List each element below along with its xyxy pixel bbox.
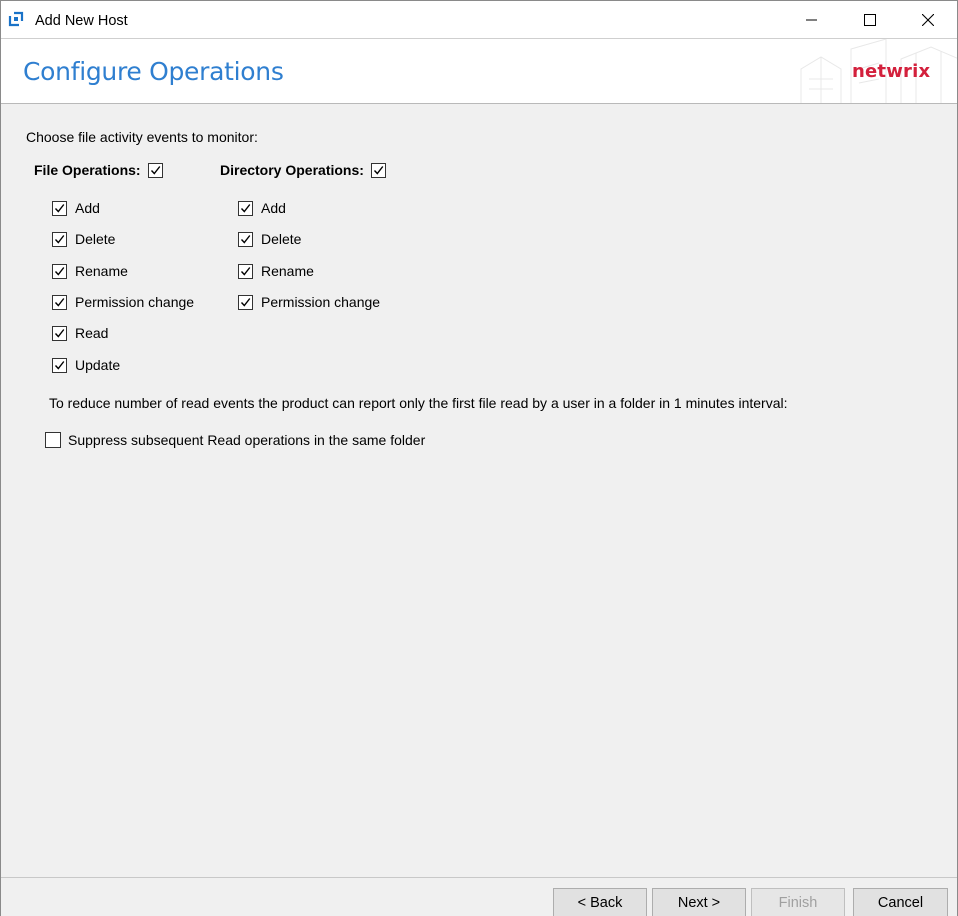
checkmark-icon — [54, 234, 65, 244]
dir-op-delete-checkbox[interactable] — [238, 231, 253, 247]
minimize-icon — [806, 19, 817, 20]
dir-op-delete-label: Delete — [261, 231, 302, 247]
file-op-rename-checkbox[interactable] — [52, 263, 67, 279]
dir-op-permission-change-label: Permission change — [261, 294, 381, 310]
dir-op-rename[interactable]: Rename — [238, 263, 314, 279]
next-button[interactable]: Next > — [652, 888, 746, 916]
file-op-delete-checkbox[interactable] — [52, 231, 67, 247]
checkmark-icon — [54, 328, 65, 338]
directory-operations-checkbox[interactable] — [370, 162, 386, 178]
dir-op-permission-change-checkbox[interactable] — [238, 294, 253, 310]
file-op-delete[interactable]: Delete — [52, 231, 115, 247]
file-op-rename-label: Rename — [75, 263, 128, 279]
dir-op-delete[interactable]: Delete — [238, 231, 301, 247]
wizard-header: Configure Operations netwrix — [1, 38, 957, 104]
dir-op-rename-checkbox[interactable] — [238, 263, 253, 279]
file-op-permission-change-label: Permission change — [75, 294, 195, 310]
file-operations-label: File Operations: — [34, 162, 141, 178]
app-icon — [8, 11, 24, 27]
file-op-add-checkbox[interactable] — [52, 200, 67, 216]
checkmark-icon — [373, 165, 384, 175]
file-op-add[interactable]: Add — [52, 200, 100, 216]
cancel-button[interactable]: Cancel — [853, 888, 948, 916]
window-title: Add New Host — [35, 13, 128, 29]
checkmark-icon — [240, 234, 251, 244]
suppress-read-option[interactable]: Suppress subsequent Read operations in t… — [45, 432, 425, 448]
file-op-read-checkbox[interactable] — [52, 325, 67, 341]
minimize-button[interactable] — [783, 1, 841, 38]
close-icon — [922, 13, 934, 26]
file-op-permission-change-checkbox[interactable] — [52, 294, 67, 310]
file-op-read-label: Read — [75, 325, 109, 341]
file-operations-header: File Operations: — [34, 162, 163, 178]
suppress-read-label: Suppress subsequent Read operations in t… — [68, 432, 426, 448]
checkmark-icon — [240, 297, 251, 307]
file-op-update[interactable]: Update — [52, 357, 120, 373]
title-bar: Add New Host — [1, 1, 957, 38]
file-op-read[interactable]: Read — [52, 325, 108, 341]
dir-op-rename-label: Rename — [261, 263, 314, 279]
file-op-update-label: Update — [75, 357, 121, 373]
file-operations-checkbox[interactable] — [147, 162, 163, 178]
netwrix-logo: netwrix — [852, 61, 931, 82]
file-op-update-checkbox[interactable] — [52, 357, 67, 373]
maximize-button[interactable] — [841, 1, 899, 38]
checkmark-icon — [54, 203, 65, 213]
close-button[interactable] — [899, 1, 957, 38]
finish-button[interactable]: Finish — [751, 888, 845, 916]
read-suppression-note: To reduce number of read events the prod… — [49, 395, 788, 411]
file-op-add-label: Add — [75, 200, 100, 216]
maximize-icon — [864, 13, 876, 26]
checkmark-icon — [54, 297, 65, 307]
checkmark-icon — [240, 203, 251, 213]
checkmark-icon — [240, 266, 251, 276]
dir-op-permission-change[interactable]: Permission change — [238, 294, 380, 310]
dir-op-add-checkbox[interactable] — [238, 200, 253, 216]
page-title: Configure Operations — [23, 57, 284, 86]
dir-op-add-label: Add — [261, 200, 286, 216]
checkmark-icon — [54, 360, 65, 370]
file-op-permission-change[interactable]: Permission change — [52, 294, 194, 310]
directory-operations-label: Directory Operations: — [220, 162, 364, 178]
operations-panel: Choose file activity events to monitor: … — [1, 103, 957, 878]
file-op-rename[interactable]: Rename — [52, 263, 128, 279]
checkmark-icon — [54, 266, 65, 276]
suppress-read-checkbox[interactable] — [45, 432, 61, 448]
dir-op-add[interactable]: Add — [238, 200, 286, 216]
file-op-delete-label: Delete — [75, 231, 116, 247]
intro-text: Choose file activity events to monitor: — [26, 129, 258, 145]
add-new-host-window: Add New Host Configure Operations netwri… — [0, 0, 958, 916]
checkmark-icon — [150, 165, 160, 175]
wizard-footer: < Back Next > Finish Cancel — [1, 877, 957, 916]
back-button[interactable]: < Back — [553, 888, 647, 916]
directory-operations-header: Directory Operations: — [220, 162, 386, 178]
